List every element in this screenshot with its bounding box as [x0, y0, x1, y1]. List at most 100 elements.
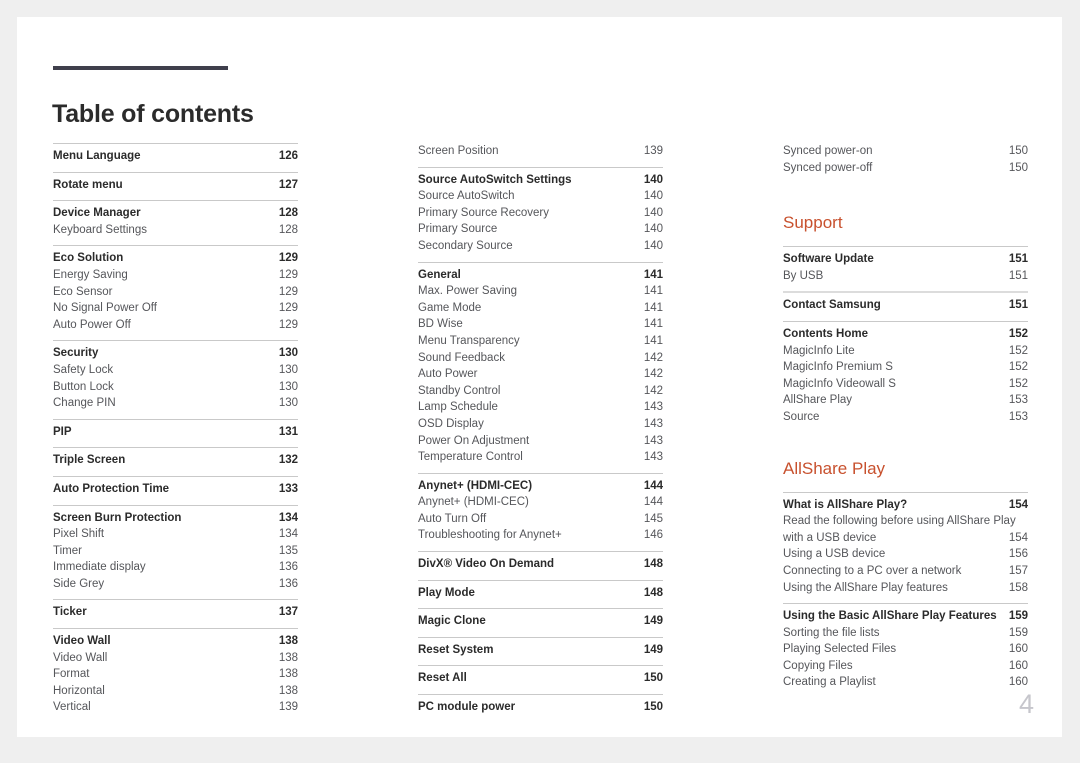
toc-entry[interactable]: AllShare Play 153	[783, 392, 1028, 409]
toc-entry-label: Primary Source	[418, 223, 498, 236]
toc-entry[interactable]: Power On Adjustment 143	[418, 433, 663, 450]
toc-entry-label: Format	[53, 668, 90, 681]
toc-entry[interactable]: Change PIN 130	[53, 395, 298, 419]
toc-entry[interactable]: Source AutoSwitch 140	[418, 188, 663, 205]
toc-section-entry[interactable]: Software Update 151	[783, 247, 1028, 268]
toc-entry[interactable]: Lamp Schedule 143	[418, 399, 663, 416]
toc-section-entry[interactable]: Contact Samsung 151	[783, 293, 1028, 321]
toc-entry[interactable]: Screen Position 139	[418, 143, 663, 167]
toc-section-entry[interactable]: Security 130	[53, 341, 298, 362]
toc-entry-page: 157	[1008, 564, 1028, 577]
toc-entry[interactable]: MagicInfo Lite 152	[783, 343, 1028, 360]
toc-section-entry[interactable]: Rotate menu 127	[53, 173, 298, 201]
toc-entry-page: 159	[1008, 626, 1028, 639]
toc-entry[interactable]: Source 153	[783, 409, 1028, 433]
toc-entry[interactable]: BD Wise 141	[418, 316, 663, 333]
toc-entry[interactable]: Pixel Shift 134	[53, 526, 298, 543]
toc-entry[interactable]: Button Lock 130	[53, 379, 298, 396]
toc-entry[interactable]: Game Mode 141	[418, 300, 663, 317]
toc-section-entry[interactable]: Anynet+ (HDMI-CEC) 144	[418, 474, 663, 495]
toc-entry[interactable]: Side Grey 136	[53, 576, 298, 600]
toc-entry[interactable]: Sorting the file lists 159	[783, 625, 1028, 642]
toc-entry[interactable]: Sound Feedback 142	[418, 350, 663, 367]
toc-section-entry[interactable]: Video Wall 138	[53, 629, 298, 650]
toc-section-entry[interactable]: General 141	[418, 263, 663, 284]
toc-entry[interactable]: Vertical 139	[53, 699, 298, 723]
toc-section-entry[interactable]: Screen Burn Protection 134	[53, 506, 298, 527]
toc-entry[interactable]: Auto Power Off 129	[53, 317, 298, 341]
toc-entry-page: 129	[278, 302, 298, 315]
toc-section-entry[interactable]: Ticker 137	[53, 600, 298, 628]
toc-entry[interactable]: Energy Saving 129	[53, 267, 298, 284]
toc-section-entry[interactable]: DivX® Video On Demand 148	[418, 552, 663, 580]
toc-section-entry[interactable]: What is AllShare Play? 154	[783, 493, 1028, 514]
toc-entry[interactable]: Horizontal 138	[53, 683, 298, 700]
toc-section-entry[interactable]: Device Manager 128	[53, 201, 298, 222]
toc-entry[interactable]: Playing Selected Files 160	[783, 641, 1028, 658]
toc-entry[interactable]: Using the AllShare Play features 158	[783, 580, 1028, 604]
toc-entry-page: 146	[643, 529, 663, 542]
toc-entry-label: MagicInfo Lite	[783, 344, 855, 357]
toc-entry[interactable]: Standby Control 142	[418, 383, 663, 400]
toc-group: Security 130 Safety Lock 130 Button Lock 130 C…	[53, 340, 298, 418]
toc-entry-page: 128	[278, 207, 298, 220]
toc-entry[interactable]: Primary Source Recovery 140	[418, 205, 663, 222]
toc-entry[interactable]: Eco Sensor 129	[53, 284, 298, 301]
toc-entry[interactable]: Max. Power Saving 141	[418, 283, 663, 300]
toc-entry[interactable]: Immediate display 136	[53, 559, 298, 576]
toc-entry-page: 140	[643, 223, 663, 236]
toc-entry-page: 128	[278, 223, 298, 236]
toc-section-entry[interactable]: Triple Screen 132	[53, 448, 298, 476]
toc-section-entry[interactable]: Using the Basic AllShare Play Features 15…	[783, 604, 1028, 625]
toc-section-entry[interactable]: Play Mode 148	[418, 581, 663, 609]
toc-group: Play Mode 148	[418, 579, 663, 609]
toc-entry[interactable]: Using a USB device 156	[783, 546, 1028, 563]
toc-entry-page: 134	[278, 511, 298, 524]
toc-entry-page: 131	[278, 425, 298, 438]
toc-entry[interactable]: Connecting to a PC over a network 157	[783, 563, 1028, 580]
toc-section-entry[interactable]: PIP 131	[53, 420, 298, 448]
toc-entry[interactable]: Copying Files 160	[783, 658, 1028, 675]
toc-section-entry[interactable]: Source AutoSwitch Settings 140	[418, 168, 663, 189]
toc-entry-label: Power On Adjustment	[418, 434, 530, 447]
toc-entry-label: Synced power-on	[783, 145, 873, 157]
toc-section-entry[interactable]: Eco Solution 129	[53, 246, 298, 267]
toc-entry[interactable]: Synced power-off 150	[783, 160, 1028, 184]
toc-entry[interactable]: Timer 135	[53, 543, 298, 560]
toc-entry-page: 153	[1008, 410, 1028, 423]
toc-entry-page: 151	[1008, 299, 1028, 312]
toc-entry-label: By USB	[783, 269, 824, 282]
toc-entry[interactable]: Safety Lock 130	[53, 362, 298, 379]
toc-entry[interactable]: Troubleshooting for Anynet+ 146	[418, 527, 663, 551]
toc-entry-page: 138	[278, 668, 298, 681]
toc-entry[interactable]: No Signal Power Off 129	[53, 300, 298, 317]
toc-entry-label: Max. Power Saving	[418, 285, 518, 298]
toc-entry[interactable]: MagicInfo Premium S 152	[783, 359, 1028, 376]
toc-entry[interactable]: OSD Display 143	[418, 416, 663, 433]
toc-entry[interactable]: Creating a Playlist 160	[783, 674, 1028, 698]
toc-entry-page: 139	[278, 701, 298, 714]
toc-entry[interactable]: MagicInfo Videowall S 152	[783, 376, 1028, 393]
toc-entry[interactable]: Video Wall 138	[53, 650, 298, 667]
toc-entry-page: 138	[278, 651, 298, 664]
toc-entry[interactable]: Secondary Source 140	[418, 238, 663, 262]
toc-entry[interactable]: Auto Turn Off 145	[418, 511, 663, 528]
toc-entry[interactable]: Synced power-on 150	[783, 143, 1028, 160]
toc-entry[interactable]: Primary Source 140	[418, 221, 663, 238]
toc-entry-page: 133	[278, 482, 298, 495]
toc-entry[interactable]: Read the following before using AllShare…	[783, 513, 1028, 546]
toc-section-entry[interactable]: Menu Language 126	[53, 144, 298, 172]
toc-entry[interactable]: Format 138	[53, 666, 298, 683]
toc-section-entry[interactable]: PC module power 150	[418, 695, 663, 723]
toc-section-entry[interactable]: Auto Protection Time 133	[53, 477, 298, 505]
toc-entry[interactable]: Auto Power 142	[418, 366, 663, 383]
toc-entry[interactable]: Keyboard Settings 128	[53, 222, 298, 246]
toc-entry[interactable]: Menu Transparency 141	[418, 333, 663, 350]
toc-section-entry[interactable]: Contents Home 152	[783, 322, 1028, 343]
toc-section-entry[interactable]: Magic Clone 149	[418, 609, 663, 637]
toc-entry[interactable]: By USB 151	[783, 268, 1028, 292]
toc-entry[interactable]: Temperature Control 143	[418, 449, 663, 473]
toc-section-entry[interactable]: Reset All 150	[418, 666, 663, 694]
toc-entry[interactable]: Anynet+ (HDMI-CEC) 144	[418, 494, 663, 511]
toc-section-entry[interactable]: Reset System 149	[418, 638, 663, 666]
